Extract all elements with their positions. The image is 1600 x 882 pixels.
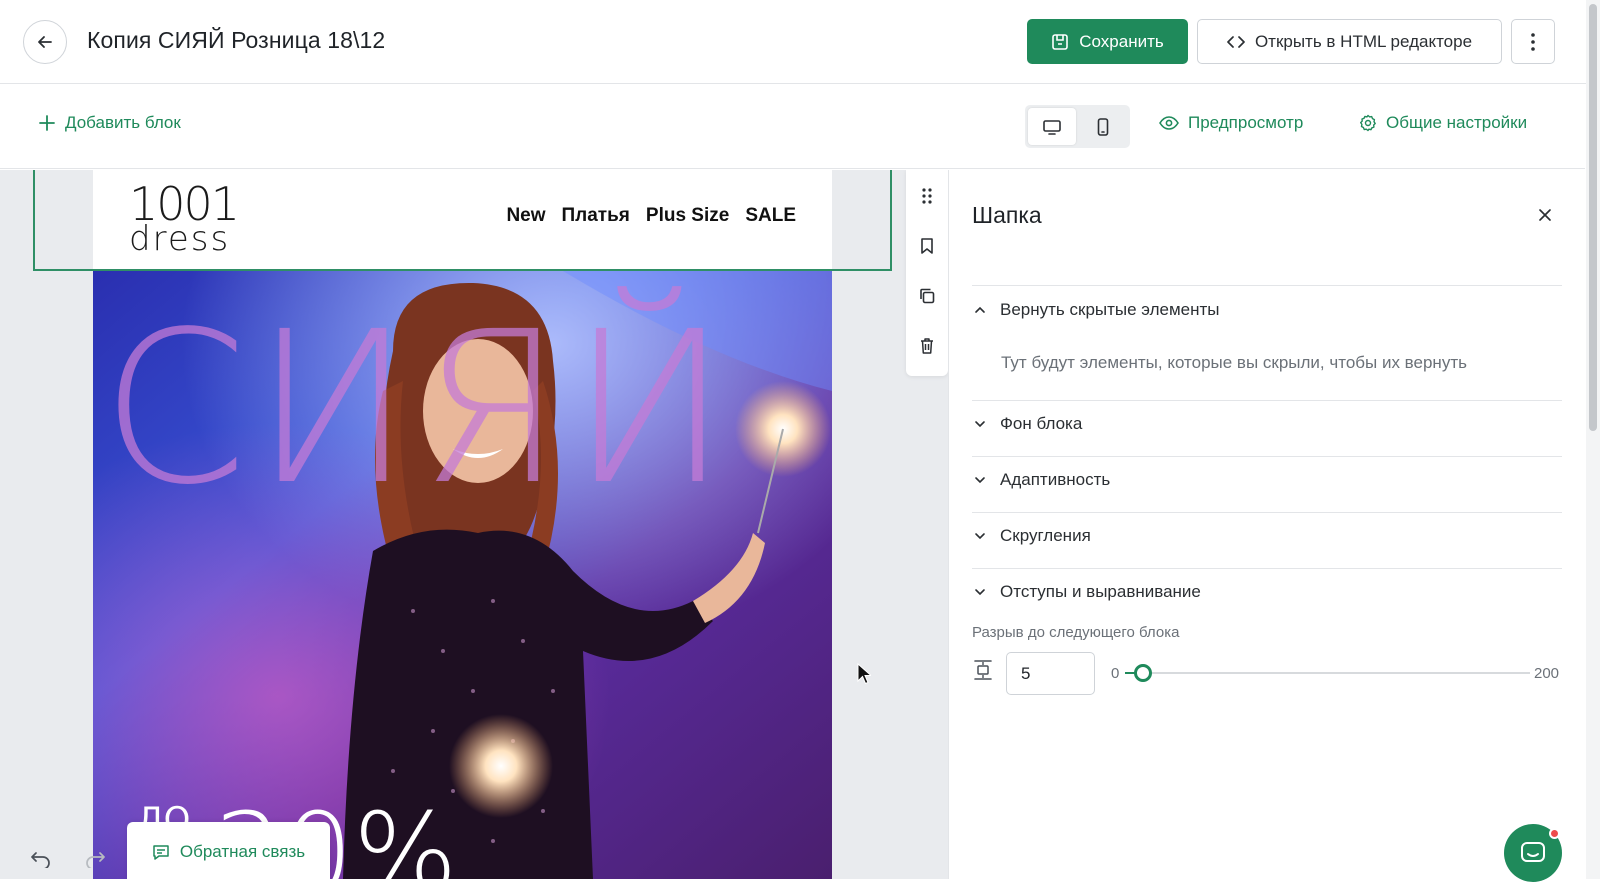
chevron-down-icon <box>972 416 988 432</box>
chevron-down-icon <box>972 472 988 488</box>
hidden-elements-hint: Тут будут элементы, которые вы скрыли, ч… <box>1001 353 1467 372</box>
section-adaptivity[interactable]: Адаптивность <box>972 470 1562 490</box>
divider <box>972 456 1562 457</box>
email-header[interactable]: 1001 dress New Платья Plus Size SALE <box>93 170 832 269</box>
device-toggle <box>1025 105 1130 148</box>
gap-label: Разрыв до следующего блока <box>972 624 1180 641</box>
undo-icon <box>31 852 50 868</box>
slider-max-label: 200 <box>1534 665 1560 682</box>
add-block-label: Добавить блок <box>65 113 181 132</box>
trash-icon <box>921 338 933 354</box>
hero-image[interactable]: СИЯЙ ДО 30% <box>93 271 832 879</box>
hero-photo: СИЯЙ ДО 30% <box>93 271 832 879</box>
top-bar: Копия СИЯЙ Розница 18\12 Сохранить Откры… <box>0 0 1600 84</box>
feedback-button[interactable]: Обратная связь <box>127 822 330 879</box>
section-label: Отступы и выравнивание <box>1000 582 1201 601</box>
back-button[interactable] <box>23 20 67 64</box>
kebab-menu-icon <box>1531 32 1535 51</box>
divider <box>972 400 1562 401</box>
chevron-down-icon <box>972 528 988 544</box>
chevron-down-icon <box>972 584 988 600</box>
more-menu-button[interactable] <box>1511 19 1555 64</box>
email-nav-item[interactable]: New <box>506 205 545 227</box>
mobile-view-button[interactable] <box>1079 108 1127 145</box>
mobile-icon <box>1097 117 1109 136</box>
notification-dot <box>1549 828 1560 839</box>
delete-block-button[interactable] <box>913 332 941 360</box>
gap-input[interactable] <box>1006 652 1095 695</box>
block-settings-panel: Шапка Вернуть скрытые элементы Тут будут… <box>948 170 1585 879</box>
preview-label: Предпросмотр <box>1188 113 1304 132</box>
redo-button[interactable] <box>82 846 108 872</box>
section-block-background[interactable]: Фон блока <box>972 414 1562 434</box>
block-toolbar <box>906 170 948 376</box>
save-button-label: Сохранить <box>1079 31 1164 51</box>
general-settings-button[interactable]: Общие настройки <box>1359 113 1527 133</box>
chat-icon <box>1521 842 1545 862</box>
feedback-icon <box>153 845 169 860</box>
bookmark-icon <box>921 238 933 254</box>
page-title: Копия СИЯЙ Розница 18\12 <box>87 27 386 53</box>
feedback-label: Обратная связь <box>179 842 306 861</box>
redo-icon <box>86 852 105 868</box>
panel-title: Шапка <box>972 202 1042 228</box>
slider-min-label: 0 <box>1111 665 1120 682</box>
divider <box>972 285 1562 286</box>
section-hidden-elements[interactable]: Вернуть скрытые элементы <box>972 300 1562 320</box>
code-icon <box>1227 35 1245 48</box>
brand-logo: 1001 dress <box>129 180 249 260</box>
section-label: Скругления <box>1000 526 1091 545</box>
section-label: Фон блока <box>1000 414 1083 433</box>
save-icon <box>1052 33 1069 50</box>
logo-line-2: dress <box>129 219 231 259</box>
email-nav-item[interactable]: Платья <box>562 205 630 227</box>
chevron-up-icon <box>972 302 988 318</box>
mouse-cursor-icon <box>857 663 871 685</box>
gear-icon <box>1360 114 1376 132</box>
spacing-icon <box>974 660 992 680</box>
drag-handle-icon <box>922 188 932 204</box>
section-label: Адаптивность <box>1000 470 1111 489</box>
close-icon <box>1539 209 1551 221</box>
eye-icon <box>1159 116 1179 130</box>
open-html-editor-button[interactable]: Открыть в HTML редакторе <box>1197 19 1502 64</box>
arrow-left-icon <box>38 36 52 48</box>
email-nav-item[interactable]: Plus Size <box>646 205 729 227</box>
copy-icon <box>920 288 935 304</box>
preview-button[interactable]: Предпросмотр <box>1159 113 1303 133</box>
drag-handle[interactable] <box>913 182 941 210</box>
plus-icon <box>39 115 55 131</box>
hero-headline: СИЯЙ <box>101 285 735 531</box>
divider <box>972 568 1562 569</box>
save-button[interactable]: Сохранить <box>1027 19 1188 64</box>
editor-toolbar: Добавить блок Предпросмотр Общие настрой… <box>0 85 1585 169</box>
page-scrollbar[interactable] <box>1586 0 1600 879</box>
slider-thumb[interactable] <box>1134 664 1152 682</box>
bookmark-block-button[interactable] <box>913 232 941 260</box>
section-label: Вернуть скрытые элементы <box>1000 300 1220 319</box>
scrollbar-thumb[interactable] <box>1589 4 1597 431</box>
undo-button[interactable] <box>28 846 54 872</box>
email-canvas: 1001 dress New Платья Plus Size SALE СИЯ… <box>0 170 948 879</box>
section-corner-radius[interactable]: Скругления <box>972 526 1562 546</box>
desktop-icon <box>1043 119 1061 135</box>
divider <box>972 512 1562 513</box>
duplicate-block-button[interactable] <box>913 282 941 310</box>
add-block-button[interactable]: Добавить блок <box>38 113 181 133</box>
open-html-editor-label: Открыть в HTML редакторе <box>1254 31 1473 51</box>
close-panel-button[interactable] <box>1534 204 1556 226</box>
email-nav-item[interactable]: SALE <box>745 205 796 227</box>
email-nav: New Платья Plus Size SALE <box>506 205 796 227</box>
general-settings-label: Общие настройки <box>1386 113 1528 132</box>
desktop-view-button[interactable] <box>1028 108 1076 145</box>
section-spacing-alignment[interactable]: Отступы и выравнивание <box>972 582 1562 602</box>
gap-slider[interactable] <box>1125 664 1530 682</box>
